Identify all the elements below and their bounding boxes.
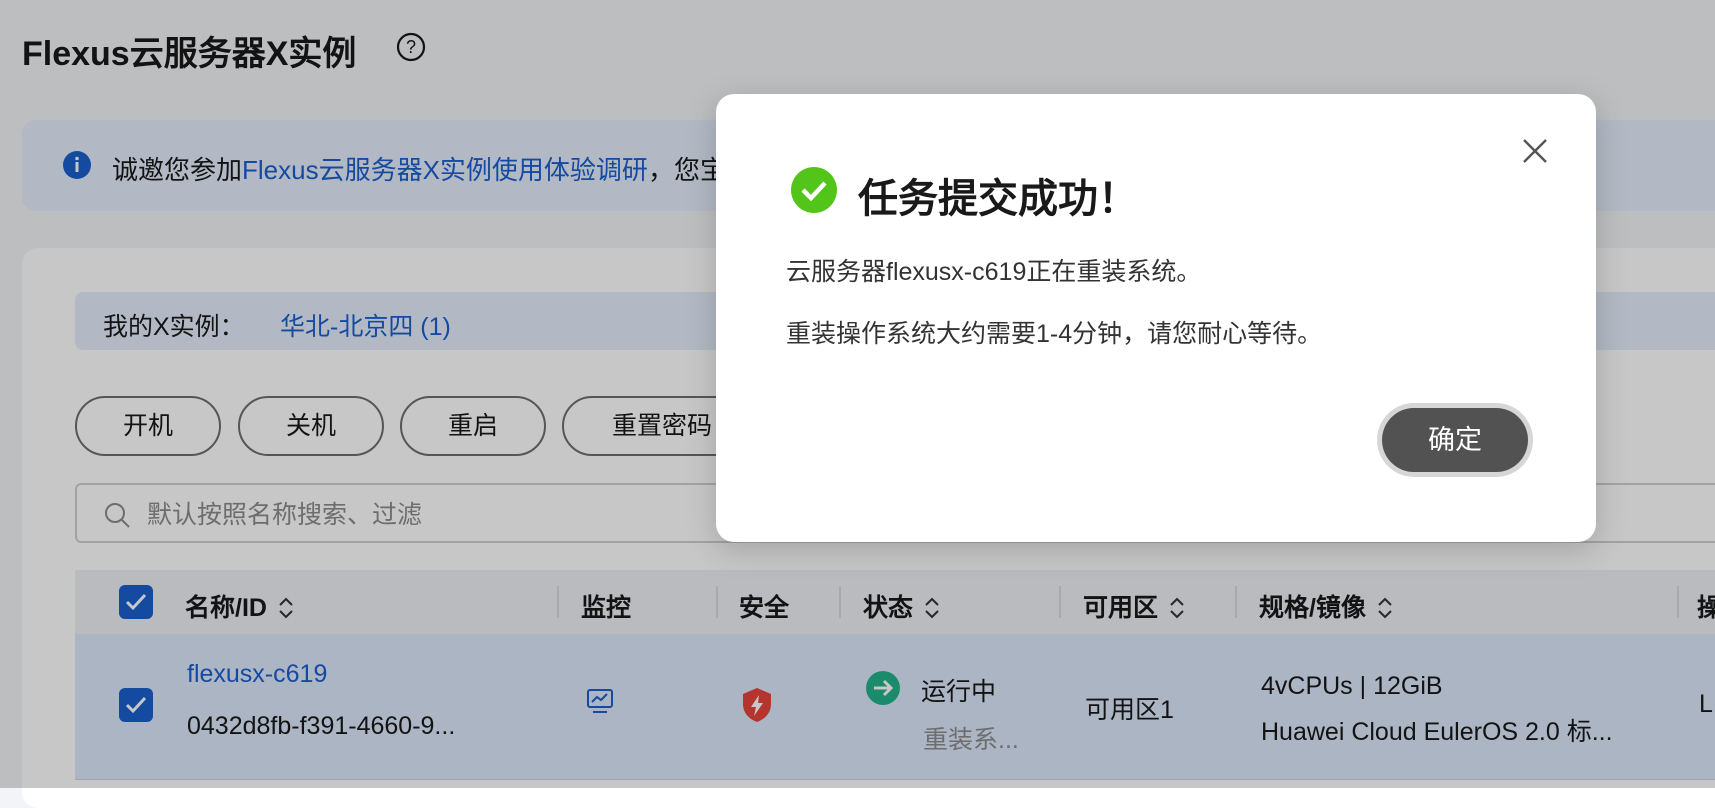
dialog-message-1: 云服务器flexusx-c619正在重装系统。 — [786, 258, 1202, 286]
close-icon[interactable] — [1520, 136, 1550, 166]
page: Flexus云服务器X实例 ? 诚邀您参加Flexus云服务器X实例使用体验调研… — [0, 0, 1715, 808]
success-dialog: 任务提交成功！ 云服务器flexusx-c619正在重装系统。 重装操作系统大约… — [716, 94, 1596, 542]
dialog-message-2: 重装操作系统大约需要1-4分钟，请您耐心等待。 — [786, 320, 1323, 348]
success-check-icon — [791, 167, 837, 213]
confirm-button[interactable]: 确定 — [1382, 408, 1528, 472]
dialog-title: 任务提交成功！ — [858, 177, 1138, 221]
